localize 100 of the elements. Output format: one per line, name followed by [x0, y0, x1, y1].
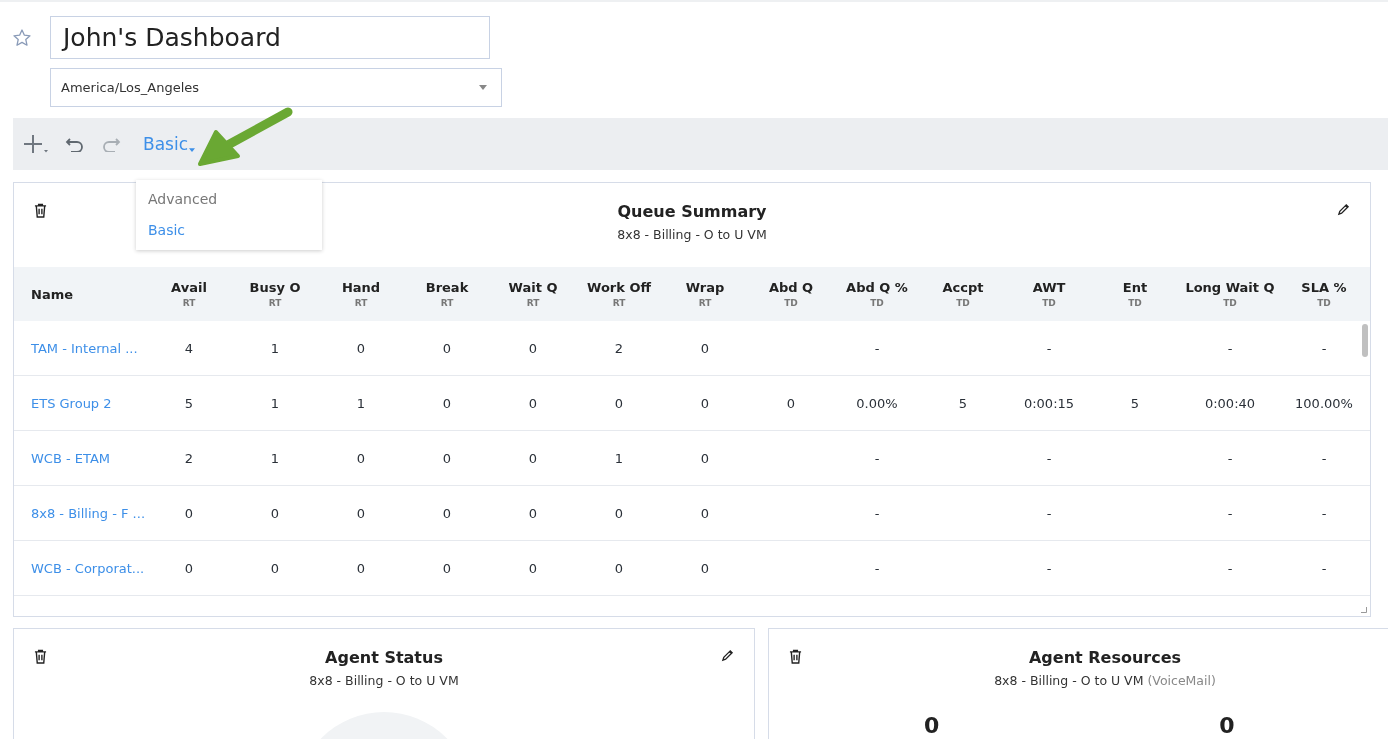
column-subheader: TD: [956, 298, 970, 308]
column-subheader: TD: [870, 298, 884, 308]
table-cell: 2: [184, 450, 194, 466]
table-cell: -: [1046, 505, 1052, 521]
column-header: Avail: [171, 280, 207, 295]
card-title: Agent Resources: [1028, 648, 1182, 667]
column-subheader: TD: [1317, 298, 1331, 308]
table-cell: -: [874, 560, 880, 576]
queue-link[interactable]: TAM - Internal ...: [31, 340, 138, 356]
table-cell: -: [1227, 505, 1233, 521]
card-subtitle: 8x8 - Billing - O to U VM: [309, 673, 459, 688]
menu-item[interactable]: Basic: [136, 215, 322, 246]
table-cell: -: [1227, 560, 1233, 576]
resize-handle-icon[interactable]: [1361, 607, 1367, 613]
timezone-dropdown[interactable]: America/Los_Angeles: [50, 68, 502, 107]
star-icon[interactable]: [12, 27, 32, 48]
table-cell: -: [1227, 340, 1233, 356]
column-subheader: TD: [1128, 298, 1142, 308]
column-subheader: TD: [1223, 298, 1237, 308]
table-cell: -: [1321, 340, 1327, 356]
column-header: Busy O: [249, 280, 301, 295]
table-cell: 1: [270, 450, 280, 466]
pencil-icon[interactable]: [1337, 203, 1350, 216]
column-subheader: RT: [268, 298, 282, 308]
queue-link[interactable]: WCB - ETAM: [31, 450, 111, 466]
table-cell: 0: [184, 505, 194, 521]
table-cell: -: [1321, 505, 1327, 521]
table-cell: -: [1046, 340, 1052, 356]
table-cell: -: [874, 505, 880, 521]
column-header: Abd Q: [768, 280, 814, 295]
table-cell: 0: [700, 395, 710, 411]
table-cell: 1: [356, 395, 366, 411]
table-cell: 0: [442, 505, 452, 521]
table-cell: 4: [184, 340, 194, 356]
table-cell: -: [874, 450, 880, 466]
scrollbar[interactable]: [1362, 324, 1368, 357]
column-header: Abd Q %: [846, 280, 908, 295]
table-cell: 0: [442, 340, 452, 356]
column-header: Break: [425, 280, 469, 295]
queue-link[interactable]: 8x8 - Billing - F ...: [31, 505, 145, 521]
queue-link[interactable]: ETS Group 2: [31, 395, 112, 411]
table-cell: 0: [700, 450, 710, 466]
resource-count: 0: [1219, 715, 1235, 737]
table-cell: 0: [356, 340, 366, 356]
table-cell: 0: [184, 560, 194, 576]
column-header: AWT: [1032, 280, 1066, 295]
table-cell: 0: [528, 505, 538, 521]
table-cell: -: [1046, 450, 1052, 466]
column-header: Name: [31, 286, 73, 302]
table-cell: 0: [700, 560, 710, 576]
pencil-icon[interactable]: [721, 649, 734, 662]
resource-count: 0: [924, 715, 940, 737]
undo-icon[interactable]: [65, 136, 85, 152]
column-subheader: RT: [698, 298, 712, 308]
column-header: Ent: [1122, 280, 1148, 295]
table-cell: 0: [614, 505, 624, 521]
table-cell: 5: [958, 395, 968, 411]
table-cell: -: [1227, 450, 1233, 466]
add-icon[interactable]: [23, 133, 49, 155]
table-cell: 0: [356, 505, 366, 521]
card-subtitle: 8x8 - Billing - O to U VM (VoiceMail): [994, 673, 1216, 688]
column-header: Work Off: [587, 280, 651, 295]
column-header: SLA %: [1301, 280, 1347, 295]
title-field[interactable]: John's Dashboard: [50, 16, 490, 59]
column-header: Hand: [341, 280, 381, 295]
table-cell: 0: [528, 395, 538, 411]
table-cell: 5: [184, 395, 194, 411]
table-cell: -: [1046, 560, 1052, 576]
table-cell: -: [1321, 450, 1327, 466]
table-cell: 0: [614, 560, 624, 576]
column-subheader: RT: [612, 298, 626, 308]
table-cell: 0: [442, 560, 452, 576]
table-cell: 0: [442, 450, 452, 466]
table-cell: 0: [356, 560, 366, 576]
table-cell: 0: [614, 395, 624, 411]
card-subtitle: 8x8 - Billing - O to U VM: [617, 227, 767, 242]
table-cell: 1: [270, 395, 280, 411]
caret-icon: [479, 85, 487, 90]
column-header: Long Wait Q: [1185, 280, 1275, 295]
menu-item[interactable]: Advanced: [136, 184, 322, 215]
trash-icon[interactable]: [789, 649, 802, 664]
column-header: Wrap: [685, 280, 725, 295]
table-cell: -: [874, 340, 880, 356]
table-cell: 1: [614, 450, 624, 466]
column-subheader: TD: [1042, 298, 1056, 308]
table-cell: 2: [614, 340, 624, 356]
column-header: Accpt: [942, 280, 984, 295]
table-cell: 100.00%: [1295, 395, 1353, 411]
queue-link[interactable]: WCB - Corporat...: [31, 560, 145, 576]
table-cell: 0:00:40: [1204, 395, 1256, 411]
table-cell: -: [1321, 560, 1327, 576]
table-cell: 0: [356, 450, 366, 466]
column-subheader: RT: [354, 298, 368, 308]
card-title: Queue Summary: [617, 202, 767, 221]
view-dropdown[interactable]: Basic: [143, 134, 195, 154]
trash-icon[interactable]: [34, 649, 47, 664]
table-cell: 0: [442, 395, 452, 411]
trash-icon[interactable]: [34, 203, 47, 218]
table-cell: 0:00:15: [1023, 395, 1075, 411]
card-title: Agent Status: [325, 648, 443, 667]
